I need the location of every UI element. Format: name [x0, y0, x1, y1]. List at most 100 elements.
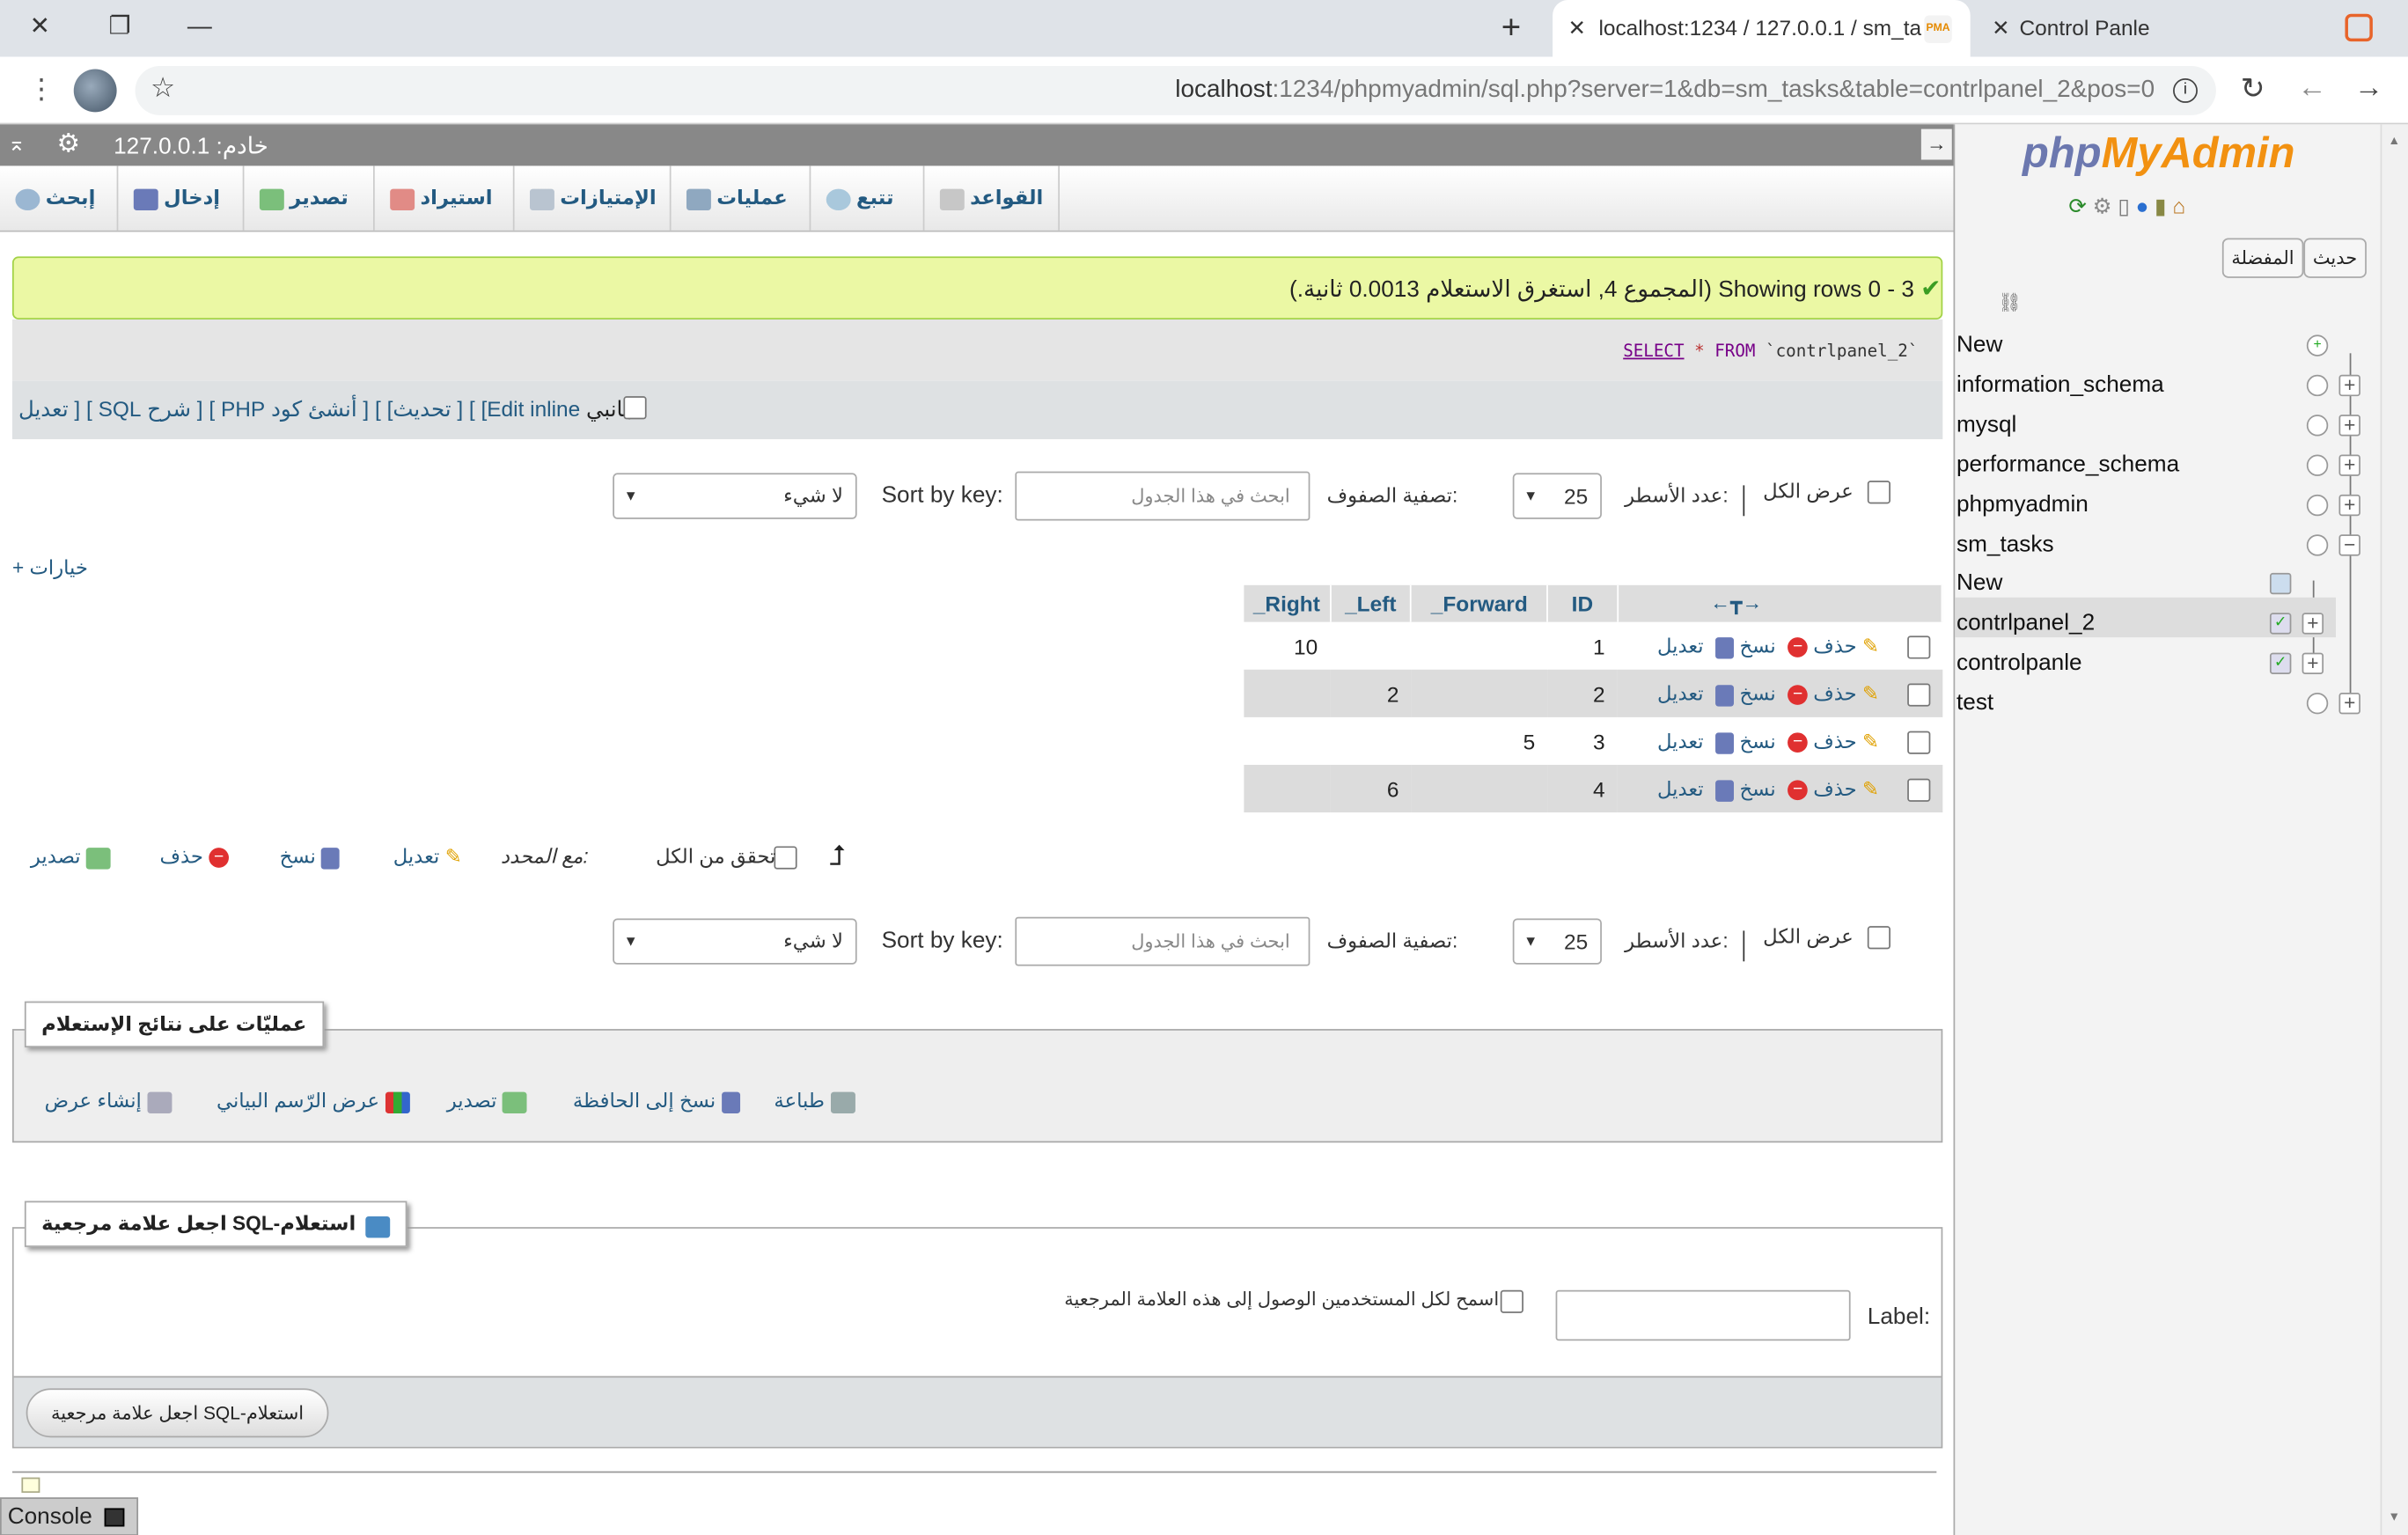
- tab-close-icon[interactable]: ✕: [1568, 0, 1586, 57]
- expand-plus-icon[interactable]: +: [2338, 374, 2360, 397]
- menu-privileges[interactable]: الإمتيازات: [512, 165, 670, 231]
- delete-row-link[interactable]: حذف −: [1788, 777, 1857, 801]
- column-header-left[interactable]: _Left: [1330, 584, 1413, 622]
- bulk-delete-button[interactable]: حذف −: [159, 845, 229, 870]
- close-window-icon[interactable]: ✕: [21, 9, 58, 46]
- print-button[interactable]: طباعة: [774, 1089, 855, 1113]
- home-icon[interactable]: ⌂: [2172, 194, 2185, 218]
- tab-close-icon[interactable]: ✕: [1992, 0, 2009, 57]
- copy-to-clipboard-button[interactable]: نسخ إلى الحافظة: [573, 1089, 740, 1113]
- forward-icon[interactable]: →: [2354, 72, 2383, 106]
- cell-forward[interactable]: 5: [1411, 717, 1547, 765]
- help-icon[interactable]: ●: [2136, 194, 2149, 218]
- tree-item-new-table[interactable]: New: [1956, 569, 2002, 596]
- cell-id[interactable]: 3: [1547, 717, 1617, 765]
- config-icon[interactable]: ▮: [2155, 194, 2166, 218]
- menu-operations[interactable]: عمليات: [669, 165, 810, 231]
- recent-button[interactable]: حديث: [2303, 238, 2367, 278]
- url-text[interactable]: localhost:1234/phpmyadmin/sql.php?server…: [1175, 66, 2155, 115]
- show-all-checkbox[interactable]: [1867, 481, 1890, 504]
- url-box[interactable]: ☆ localhost:1234/phpmyadmin/sql.php?serv…: [135, 66, 2216, 115]
- console-toggle[interactable]: Console: [0, 1497, 139, 1535]
- restore-window-icon[interactable]: ❐: [101, 9, 138, 46]
- docs-icon[interactable]: ▯: [2118, 194, 2129, 218]
- delete-row-link[interactable]: حذف −: [1788, 682, 1857, 706]
- filter-rows-input[interactable]: ابحث في هذا الجدول: [1015, 916, 1310, 966]
- tree-item-test[interactable]: test: [1956, 689, 1993, 716]
- tree-item-contrlpanel-2[interactable]: contrlpanel_2: [1956, 610, 2095, 636]
- delete-row-link[interactable]: حذف −: [1788, 730, 1857, 753]
- cell-forward[interactable]: [1411, 669, 1548, 717]
- menu-export[interactable]: تصدير: [242, 165, 373, 231]
- minimize-window-icon[interactable]: —: [181, 9, 218, 46]
- gear-icon[interactable]: ⚙: [2093, 194, 2112, 218]
- copy-row-link[interactable]: نسخ: [1715, 730, 1776, 753]
- reload-icon[interactable]: ↻: [2241, 72, 2265, 107]
- check-all-checkbox[interactable]: [774, 846, 797, 870]
- bookmark-label-input[interactable]: [1555, 1289, 1851, 1341]
- info-icon[interactable]: i: [2173, 77, 2198, 103]
- phpmyadmin-logo[interactable]: phpMyAdmin: [2023, 129, 2294, 179]
- reload-icon[interactable]: ⟳: [2068, 194, 2086, 218]
- rows-per-page-select[interactable]: ▾ 25: [1512, 473, 1602, 519]
- cell-right[interactable]: [1244, 717, 1330, 765]
- back-icon[interactable]: ←: [2297, 72, 2326, 106]
- edit-link[interactable]: ] [ تعديل: [18, 396, 92, 421]
- tab-control-panle[interactable]: ✕ Control Panle: [1977, 0, 2376, 57]
- row-checkbox[interactable]: [1906, 683, 1930, 707]
- cell-right[interactable]: 10: [1244, 622, 1330, 670]
- column-header-right[interactable]: _Right: [1244, 584, 1332, 622]
- settings-gear-icon[interactable]: ⚙: [57, 129, 81, 160]
- create-view-button[interactable]: إنشاء عرض: [45, 1089, 173, 1113]
- cell-id[interactable]: 4: [1547, 764, 1618, 813]
- star-icon[interactable]: ☆: [150, 72, 175, 105]
- menu-databases[interactable]: القواعد: [922, 165, 1060, 231]
- create-php-code-link[interactable]: ] [ أنشئ كود PHP: [221, 396, 381, 421]
- bulk-edit-button[interactable]: تعديل ✎: [393, 845, 462, 870]
- cell-forward[interactable]: [1411, 622, 1547, 670]
- collapse-icon[interactable]: ⌅: [8, 130, 26, 157]
- refresh-link[interactable]: ] [ تحديث]: [387, 396, 475, 421]
- scroll-up-icon[interactable]: ▲: [2388, 134, 2400, 148]
- profiling-checkbox[interactable]: [623, 396, 647, 420]
- sort-by-key-select[interactable]: ▾ لا شيء: [613, 918, 857, 965]
- extension-icon[interactable]: [2345, 13, 2373, 42]
- bookmark-submit-button[interactable]: اجعل علامة مرجعية SQL-استعلام: [26, 1388, 329, 1438]
- profile-avatar[interactable]: [73, 69, 117, 113]
- cell-left[interactable]: [1330, 622, 1411, 670]
- expand-plus-icon[interactable]: +: [2338, 692, 2360, 715]
- menu-insert[interactable]: إدخال: [116, 165, 243, 231]
- sidebar-scrollbar[interactable]: ▲ ▼: [2380, 124, 2408, 1535]
- navigation-toggle-icon[interactable]: →: [1920, 129, 1952, 160]
- column-header-id[interactable]: ID: [1547, 584, 1619, 622]
- copy-row-link[interactable]: نسخ: [1715, 635, 1776, 658]
- menu-import[interactable]: استيراد: [373, 165, 513, 231]
- table-expand-controls[interactable]: ←┳→: [1617, 584, 1943, 622]
- cell-left[interactable]: 6: [1330, 764, 1412, 813]
- cell-left[interactable]: 2: [1330, 669, 1412, 717]
- cell-forward[interactable]: [1411, 764, 1548, 813]
- favorites-button[interactable]: المفضلة: [2221, 238, 2304, 278]
- rows-per-page-select[interactable]: ▾ 25: [1512, 918, 1602, 965]
- collapse-minus-icon[interactable]: −: [2338, 534, 2360, 556]
- tree-item-controlpanle[interactable]: controlpanle: [1956, 650, 2082, 676]
- scroll-down-icon[interactable]: ▼: [2388, 1509, 2400, 1524]
- tree-item-performance-schema[interactable]: performance_schema: [1956, 452, 2179, 478]
- display-chart-button[interactable]: عرض الرّسم البياني: [217, 1089, 410, 1113]
- row-checkbox[interactable]: [1906, 731, 1930, 754]
- cell-left[interactable]: [1330, 717, 1411, 765]
- server-label[interactable]: خادم: 127.0.0.1: [114, 132, 268, 160]
- menu-dots-icon[interactable]: ⋮: [27, 74, 55, 106]
- menu-search[interactable]: إبحث: [0, 165, 117, 230]
- sql-keyword-select[interactable]: SELECT: [1623, 341, 1684, 361]
- column-header-forward[interactable]: _Forward: [1411, 584, 1549, 622]
- delete-row-link[interactable]: حذف −: [1788, 635, 1857, 657]
- copy-row-link[interactable]: نسخ: [1715, 777, 1776, 802]
- expand-plus-icon[interactable]: +: [2302, 653, 2324, 675]
- menu-tracking[interactable]: تتبع: [809, 165, 923, 231]
- explain-sql-link[interactable]: ] [ شرح SQL: [99, 396, 216, 421]
- export-results-button[interactable]: تصدير: [447, 1089, 527, 1113]
- bulk-export-button[interactable]: تصدير: [31, 845, 111, 870]
- expand-plus-icon[interactable]: +: [2338, 415, 2360, 437]
- check-all-label[interactable]: تحقق من الكل: [656, 845, 775, 870]
